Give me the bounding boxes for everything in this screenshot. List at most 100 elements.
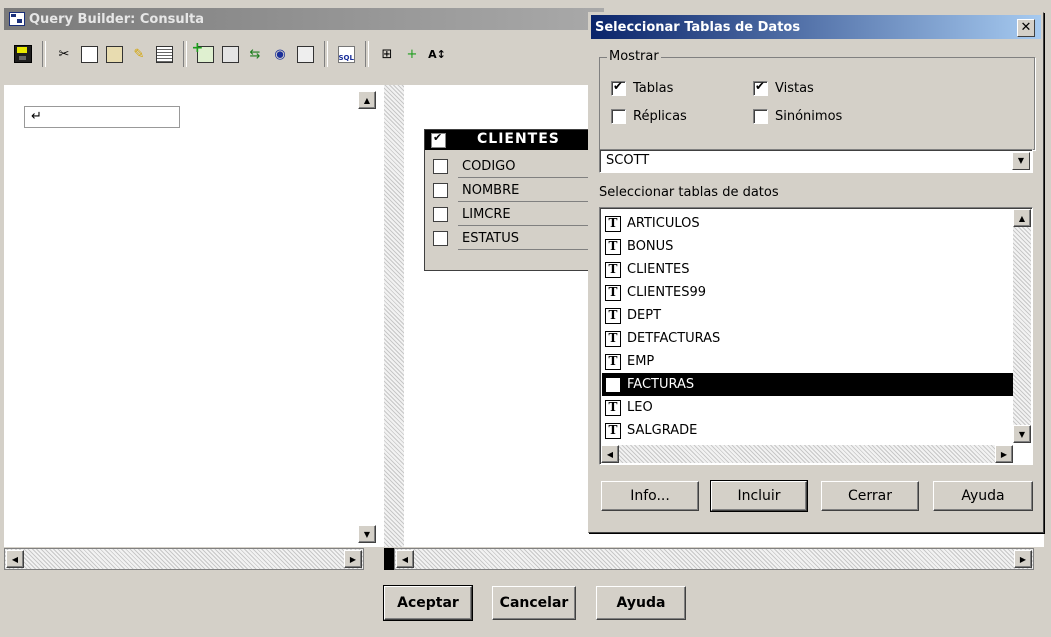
table-list-item[interactable]: T CLIENTES99 (602, 281, 1016, 304)
dialog-title-bar[interactable]: Seleccionar Tablas de Datos ✕ (591, 15, 1041, 39)
table-list-vscroll[interactable]: ▲ ▼ (1013, 209, 1031, 443)
dialog-help-button[interactable]: Ayuda (933, 481, 1033, 511)
condition-input[interactable]: ↵ (24, 106, 180, 128)
schema-select[interactable]: SCOTT ▼ (599, 149, 1033, 173)
views-checkbox[interactable]: Vistas (753, 79, 814, 96)
checkbox-label: Tablas (633, 81, 674, 96)
column-row[interactable]: ESTATUS (425, 227, 593, 250)
cut-button[interactable]: ✂ (53, 43, 75, 65)
table-list-hscroll[interactable]: ◀ ▶ (601, 445, 1013, 463)
column-row[interactable]: LIMCRE (425, 203, 593, 226)
window-title-bar[interactable]: Query Builder: Consulta (4, 8, 604, 30)
hscroll-divider (384, 548, 394, 570)
copy-icon (80, 45, 98, 63)
table-list-item[interactable]: T CLIENTES (602, 258, 1016, 281)
table-list-label: Seleccionar tablas de datos (599, 185, 779, 200)
scroll-right-button[interactable]: ▶ (1014, 550, 1032, 568)
table-list-item[interactable]: T DETFACTURAS (602, 327, 1016, 350)
table-list[interactable]: T ARTICULOS T BONUS T CLIENTES T CLIENTES99 … (599, 207, 1033, 465)
scroll-up-button[interactable]: ▲ (358, 91, 376, 109)
eye-icon: ◉ (274, 46, 286, 62)
conditions-vscroll[interactable]: ▲ ▼ (358, 85, 384, 547)
paste-button[interactable] (103, 43, 125, 65)
table-list-item[interactable]: T DEPT (602, 304, 1016, 327)
relation-icon: ⇆ (249, 46, 261, 62)
table-list-item[interactable]: T BONUS (602, 235, 1016, 258)
column-checkbox[interactable] (433, 183, 448, 198)
view-button[interactable]: ◉ (269, 43, 291, 65)
select-all-checkbox[interactable] (431, 131, 446, 148)
dialog-title: Seleccionar Tablas de Datos (595, 19, 801, 35)
scroll-down-button[interactable]: ▼ (1013, 425, 1031, 443)
scroll-left-button[interactable]: ◀ (396, 550, 414, 568)
info-button[interactable]: Info... (601, 481, 699, 511)
remove-table-button[interactable] (219, 43, 241, 65)
sql-icon: SQL (337, 45, 355, 63)
sort-icon: A↕ (428, 47, 446, 61)
app-icon (9, 12, 25, 26)
scroll-right-button[interactable]: ▶ (344, 550, 362, 568)
relation-button[interactable]: ⇆ (244, 43, 266, 65)
table-widget-header[interactable]: CLIENTES (425, 130, 593, 150)
add-table-button[interactable] (192, 40, 216, 65)
properties-button[interactable] (294, 43, 316, 65)
toolbar-separator (183, 41, 187, 67)
checkbox-label: Réplicas (633, 109, 687, 124)
table-list-item-selected[interactable]: T FACTURAS (602, 373, 1016, 396)
remove-table-icon (221, 45, 239, 63)
show-sql-button[interactable]: SQL (335, 43, 357, 65)
column-checkbox[interactable] (433, 231, 448, 246)
dialog-close-button[interactable]: ✕ (1017, 19, 1035, 37)
help-button[interactable]: Ayuda (596, 586, 686, 620)
table-widget-clientes[interactable]: CLIENTES CODIGO NOMBRE LIMCRE ESTATUS (424, 129, 594, 271)
pane-splitter[interactable] (384, 85, 404, 547)
table-name: BONUS (627, 239, 674, 254)
clear-button[interactable]: ✎ (128, 43, 150, 65)
accept-button[interactable]: Aceptar (383, 585, 473, 621)
checkbox-box[interactable] (611, 79, 626, 96)
table-icon: T (605, 215, 621, 232)
checkbox-box[interactable] (753, 109, 768, 124)
checkbox-label: Sinónimos (775, 109, 843, 124)
copy-button[interactable] (78, 43, 100, 65)
cancel-button[interactable]: Cancelar (492, 586, 576, 620)
table-name: FACTURAS (627, 377, 695, 392)
eraser-icon: ✎ (133, 46, 145, 62)
column-row[interactable]: NOMBRE (425, 179, 593, 202)
include-button[interactable]: Incluir (710, 480, 808, 512)
checkbox-box[interactable] (611, 109, 626, 124)
table-list-item[interactable]: T ARTICULOS (602, 212, 1016, 235)
checkbox-box[interactable] (753, 79, 768, 96)
table-name: CLIENTES99 (627, 285, 707, 300)
replicas-checkbox[interactable]: Réplicas (611, 109, 687, 124)
add-condition-icon: + (406, 46, 418, 62)
new-condition-button[interactable]: + (401, 43, 423, 65)
canvas-hscroll[interactable]: ◀ ▶ (394, 548, 1034, 570)
column-row[interactable]: CODIGO (425, 155, 593, 178)
column-checkbox[interactable] (433, 159, 448, 174)
table-list-item[interactable]: T EMP (602, 350, 1016, 373)
scroll-left-button[interactable]: ◀ (6, 550, 24, 568)
select-all-button[interactable] (153, 43, 175, 65)
column-name: NOMBRE (458, 179, 593, 202)
table-list-item[interactable]: T SALGRADE (602, 419, 1016, 442)
synonyms-checkbox[interactable]: Sinónimos (753, 109, 842, 124)
chevron-down-icon[interactable]: ▼ (1012, 152, 1030, 170)
save-icon (14, 45, 32, 63)
insert-column-button[interactable]: ⊞ (376, 43, 398, 65)
save-button[interactable] (12, 43, 34, 65)
table-name: ARTICULOS (627, 216, 700, 231)
column-checkbox[interactable] (433, 207, 448, 222)
close-button[interactable]: Cerrar (821, 481, 919, 511)
toolbar-separator (42, 41, 46, 67)
scroll-right-button[interactable]: ▶ (995, 445, 1013, 463)
scroll-up-button[interactable]: ▲ (1013, 209, 1031, 227)
tables-checkbox[interactable]: Tablas (611, 79, 674, 96)
scroll-left-button[interactable]: ◀ (601, 445, 619, 463)
paste-icon (105, 45, 123, 63)
conditions-pane[interactable] (4, 85, 384, 547)
table-list-item[interactable]: T LEO (602, 396, 1016, 419)
sort-button[interactable]: A↕ (426, 43, 448, 65)
conditions-hscroll[interactable]: ◀ ▶ (4, 548, 364, 570)
scroll-down-button[interactable]: ▼ (358, 525, 376, 543)
